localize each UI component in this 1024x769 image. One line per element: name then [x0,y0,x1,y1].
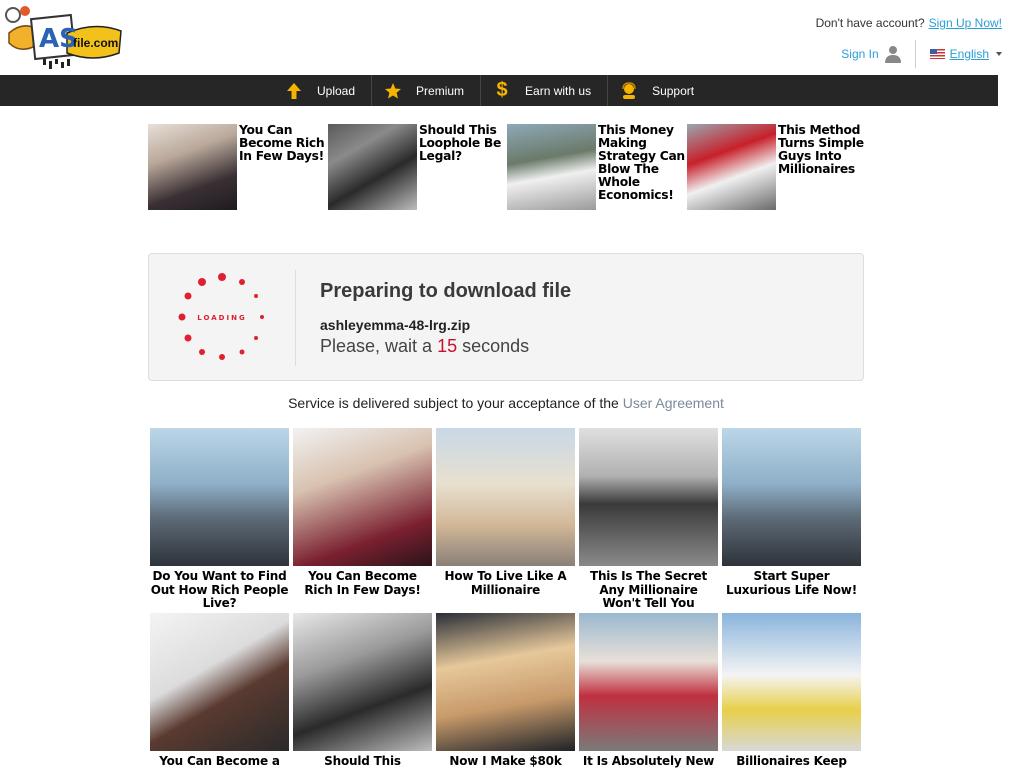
nav-label: Premium [416,83,465,98]
grid-ad[interactable]: Now I Make $80k [436,613,575,769]
agreement-notice: Service is delivered subject to your acc… [0,395,1012,411]
download-panel: LOADING Preparing to download file ashle… [148,253,864,381]
top-ad[interactable]: You Can Become Rich In Few Days! [148,124,327,210]
top-ad[interactable]: This Money Making Strategy Can Blow The … [507,124,686,210]
ad-image[interactable] [436,428,575,566]
nav-label: Earn with us [525,83,592,98]
wait-prefix: Please, wait a [320,336,433,356]
nav-label: Support [652,83,695,98]
wait-suffix: seconds [462,336,530,356]
user-agreement-link[interactable]: User Agreement [623,395,724,411]
grid-ad[interactable]: Should This [293,613,432,769]
ad-caption[interactable]: Billionaires Keep [722,754,861,769]
us-flag-icon [929,49,945,59]
ad-caption[interactable]: Start Super Luxurious Life Now! [722,569,861,597]
nav-premium[interactable]: Premium [372,75,482,106]
file-name: ashleyemma-48-lrg.zip [320,317,471,333]
ad-caption[interactable]: You Can Become a [150,754,289,769]
grid-ad[interactable]: Do You Want to Find Out How Rich People … [150,428,289,611]
upload-arrow-icon [285,82,303,100]
ad-headline[interactable]: Should This Loophole Be Legal? [419,124,507,210]
ad-image[interactable] [436,613,575,751]
account-prompt-text: Don't have account? [815,16,925,30]
main-nav: Upload Premium $ Earn with us Support [0,75,998,106]
ad-caption[interactable]: Now I Make $80k [436,754,575,769]
ad-image[interactable] [722,428,861,566]
ad-caption[interactable]: Should This [293,754,432,769]
svg-text:file.com: file.com [73,36,118,50]
ad-thumbnail[interactable] [328,124,417,210]
top-ad-strip: You Can Become Rich In Few Days! Should … [148,124,864,210]
nav-label: Upload [317,83,356,98]
ad-image[interactable] [150,613,289,751]
grid-ad[interactable]: You Can Become a [150,613,289,769]
signin-label: Sign In [841,47,879,61]
nav-support[interactable]: Support [608,75,710,106]
grid-ad[interactable]: Start Super Luxurious Life Now! [722,428,861,597]
svg-text:LOADING: LOADING [197,314,246,322]
grid-ad[interactable]: This Is The Secret Any Millionaire Won't… [579,428,718,611]
ad-headline[interactable]: This Method Turns Simple Guys Into Milli… [778,124,866,210]
language-selector[interactable]: English [929,47,1002,61]
grid-ad[interactable]: Billionaires Keep [722,613,861,769]
download-title: Preparing to download file [320,280,572,302]
ad-caption[interactable]: It Is Absolutely New [579,754,718,769]
nav-upload[interactable]: Upload [273,75,373,106]
ad-thumbnail[interactable] [507,124,596,210]
ad-thumbnail[interactable] [687,124,776,210]
panel-separator [295,270,296,366]
grid-ad[interactable]: How To Live Like A Millionaire [436,428,575,597]
ad-headline[interactable]: This Money Making Strategy Can Blow The … [598,124,686,210]
star-icon [384,82,402,100]
agreement-text: Service is delivered subject to your acc… [288,395,619,411]
ad-caption[interactable]: You Can Become Rich In Few Days! [293,569,432,597]
signup-link[interactable]: Sign Up Now! [929,16,1002,30]
wait-message: Please, wait a 15 seconds [320,336,529,357]
ad-image[interactable] [579,613,718,751]
grid-ad[interactable]: It Is Absolutely New [579,613,718,769]
ad-image[interactable] [293,428,432,566]
ad-image[interactable] [150,428,289,566]
language-label: English [949,47,989,61]
signin-link[interactable]: Sign In [841,45,914,63]
top-ad[interactable]: Should This Loophole Be Legal? [328,124,507,210]
header-divider [914,40,916,68]
chevron-down-icon [996,52,1002,56]
ad-image[interactable] [722,613,861,751]
support-agent-icon [620,81,638,100]
ad-image[interactable] [579,428,718,566]
ad-caption[interactable]: This Is The Secret Any Millionaire Won't… [579,569,718,611]
ad-caption[interactable]: How To Live Like A Millionaire [436,569,575,597]
dollar-icon: $ [496,79,508,101]
ad-image[interactable] [293,613,432,751]
ad-thumbnail[interactable] [148,124,237,210]
grid-ad[interactable]: You Can Become Rich In Few Days! [293,428,432,597]
account-prompt: Don't have account? Sign Up Now! [816,16,1002,30]
top-ad[interactable]: This Method Turns Simple Guys Into Milli… [687,124,866,210]
nav-earn[interactable]: $ Earn with us [481,75,609,106]
countdown-seconds: 15 [437,336,458,356]
loading-spinner: LOADING [174,269,270,365]
site-logo[interactable]: AS file.com [3,3,125,71]
ad-headline[interactable]: You Can Become Rich In Few Days! [239,124,327,210]
user-controls: Sign In English [841,40,1002,68]
user-icon [884,46,901,63]
ad-caption[interactable]: Do You Want to Find Out How Rich People … [150,569,289,611]
